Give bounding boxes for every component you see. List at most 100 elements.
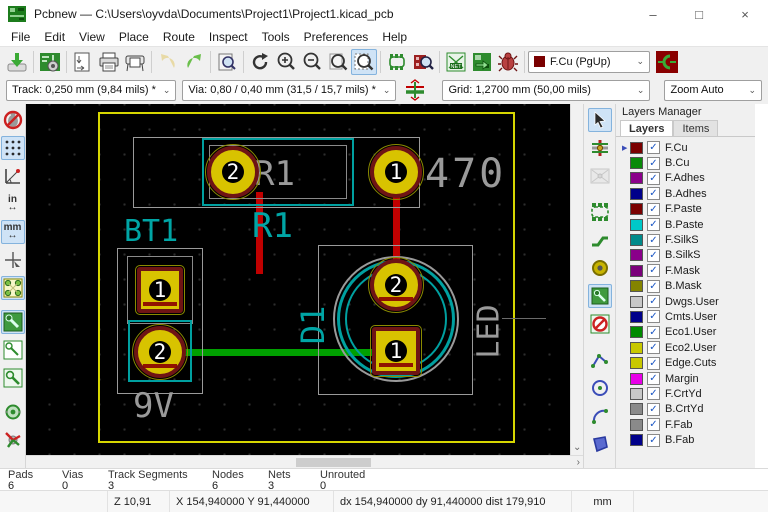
zoom-out-icon[interactable] — [299, 49, 325, 75]
layer-visibility-checkbox[interactable]: ✓ — [647, 372, 660, 385]
pcb-canvas[interactable]: R1 2 1 470 R1 BT1 1 2 — [26, 104, 583, 455]
layer-visibility-checkbox[interactable]: ✓ — [647, 218, 660, 231]
grid-visibility-icon[interactable] — [1, 136, 25, 160]
cursor-shape-icon[interactable] — [1, 248, 25, 272]
layer-selector[interactable]: F.Cu (PgUp) ⌄ — [528, 51, 650, 73]
add-zone-icon[interactable] — [588, 284, 612, 308]
layers-manager-toggle-icon[interactable] — [654, 49, 680, 75]
drc-off-icon[interactable] — [1, 108, 25, 132]
layer-row-fcrtyd[interactable]: ✓F.CrtYd — [616, 386, 755, 401]
menu-tools[interactable]: Tools — [255, 30, 297, 44]
zoom-selection-icon[interactable] — [351, 49, 377, 75]
tab-layers[interactable]: Layers — [620, 120, 673, 136]
layer-visibility-checkbox[interactable]: ✓ — [647, 280, 660, 293]
redo-icon[interactable] — [181, 49, 207, 75]
layer-row-eco1[interactable]: ✓Eco1.User — [616, 325, 755, 340]
pads-outline-icon[interactable] — [1, 366, 25, 390]
close-button[interactable]: × — [722, 0, 768, 28]
draw-polygon-icon[interactable] — [588, 432, 612, 456]
layer-row-fadhes[interactable]: ✓F.Adhes — [616, 171, 755, 186]
polar-coords-icon[interactable] — [1, 164, 25, 188]
layer-row-edgecuts[interactable]: ✓Edge.Cuts — [616, 355, 755, 370]
r1-pad-1[interactable]: 1 — [370, 146, 422, 198]
layer-visibility-checkbox[interactable]: ✓ — [647, 234, 660, 247]
pads-sketch-icon[interactable] — [1, 276, 25, 300]
via-size-select[interactable]: Via: 0,80 / 0,40 mm (31,5 / 15,7 mils) *… — [182, 80, 396, 101]
vias-sketch-icon[interactable] — [1, 400, 25, 424]
draw-line-icon[interactable] — [588, 348, 612, 372]
layer-visibility-checkbox[interactable]: ✓ — [647, 341, 660, 354]
layer-visibility-checkbox[interactable]: ✓ — [647, 141, 660, 154]
layer-row-margin[interactable]: ✓Margin — [616, 371, 755, 386]
tracks-filled-icon[interactable] — [1, 310, 25, 334]
select-tool-icon[interactable] — [588, 108, 612, 132]
d1-pad-1[interactable]: 1 — [372, 327, 420, 375]
layer-row-bmask[interactable]: ✓B.Mask — [616, 279, 755, 294]
d1-ref-silk[interactable]: D1 — [294, 290, 332, 360]
page-settings-icon[interactable] — [70, 49, 96, 75]
layer-visibility-checkbox[interactable]: ✓ — [647, 434, 660, 447]
bt1-pad-1[interactable]: 1 — [137, 267, 183, 313]
r1-value[interactable]: 470 — [425, 151, 506, 197]
footprint-viewer-icon[interactable] — [410, 49, 436, 75]
add-footprint-icon[interactable] — [588, 200, 612, 224]
menu-help[interactable]: Help — [375, 30, 414, 44]
track-width-select[interactable]: Track: 0,250 mm (9,84 mils) * ⌄ — [6, 80, 176, 101]
scroll-right-icon[interactable]: › — [577, 456, 580, 469]
tracks-outline-icon[interactable] — [1, 338, 25, 362]
local-ratsnest-icon[interactable] — [588, 164, 612, 188]
find-icon[interactable] — [214, 49, 240, 75]
layer-row-bfab[interactable]: ✓B.Fab — [616, 432, 755, 447]
layer-visibility-checkbox[interactable]: ✓ — [647, 187, 660, 200]
drc-icon[interactable] — [495, 49, 521, 75]
keepout-area-icon[interactable] — [588, 312, 612, 336]
r1-ref-silk[interactable]: R1 — [252, 206, 293, 246]
layer-visibility-checkbox[interactable]: ✓ — [647, 418, 660, 431]
menu-place[interactable]: Place — [112, 30, 156, 44]
layer-row-fsilks[interactable]: ✓F.SilkS — [616, 232, 755, 247]
layer-row-bsilks[interactable]: ✓B.SilkS — [616, 248, 755, 263]
layer-visibility-checkbox[interactable]: ✓ — [647, 157, 660, 170]
show-ratsnest-icon[interactable]: NET — [443, 49, 469, 75]
maximize-button[interactable]: □ — [676, 0, 722, 28]
vertical-scrollbar[interactable]: ⌄ — [570, 104, 583, 455]
highlight-net-icon[interactable] — [588, 136, 612, 160]
bt1-value[interactable]: 9V — [133, 386, 174, 426]
update-pcb-icon[interactable] — [469, 49, 495, 75]
layer-visibility-checkbox[interactable]: ✓ — [647, 264, 660, 277]
layer-row-bpaste[interactable]: ✓B.Paste — [616, 217, 755, 232]
footprint-editor-icon[interactable] — [384, 49, 410, 75]
zoom-in-icon[interactable] — [273, 49, 299, 75]
menu-inspect[interactable]: Inspect — [202, 30, 255, 44]
layer-visibility-checkbox[interactable]: ✓ — [647, 295, 660, 308]
units-inches-icon[interactable]: in↔ — [1, 192, 25, 216]
bt1-pad-2[interactable]: 2 — [134, 326, 186, 378]
draw-arc-icon[interactable] — [588, 404, 612, 428]
zoom-fit-icon[interactable] — [325, 49, 351, 75]
layer-row-fpaste[interactable]: ✓F.Paste — [616, 202, 755, 217]
layer-visibility-checkbox[interactable]: ✓ — [647, 249, 660, 262]
undo-icon[interactable] — [155, 49, 181, 75]
scroll-down-icon[interactable]: ⌄ — [573, 442, 581, 453]
auto-track-width-icon[interactable] — [402, 77, 428, 103]
draw-circle-icon[interactable] — [588, 376, 612, 400]
layer-visibility-checkbox[interactable]: ✓ — [647, 326, 660, 339]
plot-icon[interactable] — [122, 49, 148, 75]
layer-row-bcu[interactable]: ✓B.Cu — [616, 155, 755, 170]
d1-pad-2[interactable]: 2 — [370, 259, 422, 311]
save-icon[interactable] — [4, 49, 30, 75]
print-icon[interactable] — [96, 49, 122, 75]
menu-route[interactable]: Route — [156, 30, 202, 44]
grid-select[interactable]: Grid: 1,2700 mm (50,00 mils) ⌄ — [442, 80, 650, 101]
menu-view[interactable]: View — [72, 30, 112, 44]
units-mm-icon[interactable]: mm↔ — [1, 220, 25, 244]
layer-row-bcrtyd[interactable]: ✓B.CrtYd — [616, 402, 755, 417]
add-via-icon[interactable] — [588, 256, 612, 280]
bt1-ref-silk[interactable]: BT1 — [124, 214, 178, 249]
layer-visibility-checkbox[interactable]: ✓ — [647, 203, 660, 216]
menu-file[interactable]: File — [4, 30, 37, 44]
menu-preferences[interactable]: Preferences — [297, 30, 376, 44]
r1-pad-2[interactable]: 2 — [207, 146, 259, 198]
layer-row-fcu[interactable]: ▶✓F.Cu — [616, 140, 755, 155]
redraw-icon[interactable] — [247, 49, 273, 75]
